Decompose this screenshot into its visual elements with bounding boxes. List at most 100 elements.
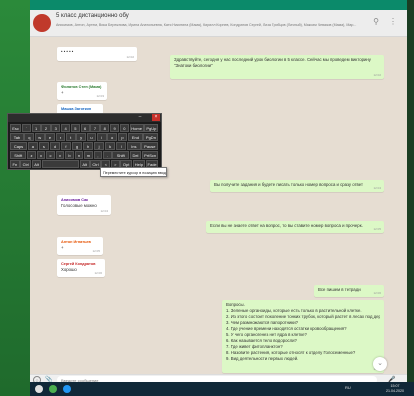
osk-key[interactable]: s — [38, 142, 50, 150]
osk-key[interactable]: r — [55, 133, 66, 141]
chat-header: 5 класс дистанционно обу Анисимов, Антон… — [30, 10, 407, 37]
osk-key[interactable]: . — [103, 151, 112, 159]
message-time: 12:06 — [94, 271, 102, 275]
clock-date: 21.04.2020 — [386, 389, 404, 393]
osk-key[interactable]: c — [46, 151, 55, 159]
question-line: 9. Вид деятельности первых людей. — [226, 356, 299, 361]
scroll-down-button[interactable]: ⌄ — [373, 357, 387, 371]
osk-key[interactable]: Ins — [126, 142, 141, 150]
search-icon[interactable]: ⚲ — [371, 17, 381, 27]
osk-key[interactable]: PrtScn — [141, 151, 159, 159]
osk-key[interactable]: w — [34, 133, 45, 141]
osk-key[interactable]: Alt — [31, 160, 42, 168]
osk-key[interactable]: 0 — [119, 124, 129, 132]
osk-key[interactable]: 7 — [90, 124, 100, 132]
osk-key[interactable]: i — [96, 133, 107, 141]
osk-key-space[interactable] — [42, 160, 80, 168]
message-incoming: • • • • • 12:02 — [57, 47, 137, 61]
questions-list: 1. Зеленые органоиды, которые есть тольк… — [226, 308, 380, 362]
osk-key[interactable]: x — [36, 151, 46, 159]
osk-key[interactable]: 3 — [51, 124, 61, 132]
osk-key[interactable]: Shift — [10, 151, 27, 159]
osk-key[interactable]: Ctrl — [20, 160, 32, 168]
message-incoming: Сергей Кондратов Хорошо 12:06 — [57, 259, 105, 277]
osk-key[interactable]: 2 — [41, 124, 51, 132]
osk-key[interactable]: k — [104, 142, 116, 150]
osk-key[interactable]: j — [93, 142, 105, 150]
message-sender: Машка Заготкин — [61, 107, 92, 111]
message-outgoing-questions: Вопросы. 1. Зеленые органоиды, которые е… — [222, 300, 384, 373]
osk-key[interactable]: d — [49, 142, 61, 150]
message-text: Если вы не знаете ответ на вопрос, то вы… — [210, 223, 363, 228]
osk-key[interactable]: Home — [129, 124, 144, 132]
osk-key[interactable]: Del — [129, 151, 142, 159]
close-icon[interactable]: × — [152, 114, 160, 121]
osk-key[interactable]: , — [93, 151, 103, 159]
chat-title[interactable]: 5 класс дистанционно обу — [56, 13, 129, 19]
osk-key[interactable]: e — [45, 133, 55, 141]
osk-key[interactable]: p — [117, 133, 128, 141]
message-text: Здравствуйте, сегодня у нас последний ур… — [174, 57, 371, 68]
osk-key[interactable]: ` — [21, 124, 31, 132]
osk-key[interactable]: 6 — [80, 124, 90, 132]
desktop-edge — [407, 0, 414, 396]
osk-key[interactable]: Alt — [79, 160, 90, 168]
osk-key[interactable]: g — [71, 142, 83, 150]
osk-key[interactable]: End — [127, 133, 143, 141]
osk-key[interactable]: Shift — [112, 151, 129, 159]
osk-key[interactable]: PgDn — [143, 133, 159, 141]
osk-key[interactable]: Esc — [10, 124, 22, 132]
osk-key[interactable]: t — [65, 133, 76, 141]
message-time: 12:06 — [373, 291, 381, 295]
osk-key[interactable]: Caps — [10, 142, 28, 150]
osk-key[interactable]: f — [60, 142, 72, 150]
osk-key[interactable]: Tab — [10, 133, 24, 141]
osk-key[interactable]: n — [74, 151, 84, 159]
system-clock[interactable]: 15:07 21.04.2020 — [386, 384, 404, 394]
start-icon[interactable] — [35, 385, 43, 393]
menu-icon[interactable]: ⋮ — [388, 17, 398, 27]
osk-key[interactable]: Pause — [141, 142, 159, 150]
app-icon[interactable] — [49, 385, 57, 393]
whatsapp-window: 5 класс дистанционно обу Анисимов, Антон… — [30, 10, 407, 385]
osk-key[interactable]: 1 — [31, 124, 41, 132]
osk-key[interactable]: 9 — [109, 124, 120, 132]
osk-key[interactable]: m — [84, 151, 93, 159]
chat-members[interactable]: Анисимов, Антон, Артем, Вика Бережнова, … — [56, 23, 374, 27]
on-screen-keyboard[interactable]: – × Esc ` 1 2 3 4 5 6 7 8 9 0 Home PgUp Tab q w e r t y u i o p E… — [7, 113, 162, 170]
message-time: 12:04 — [373, 186, 381, 190]
keyboard-tooltip: Переместите курсор в позицию ввода текст… — [100, 167, 167, 177]
osk-key[interactable]: z — [27, 151, 36, 159]
osk-key[interactable]: y — [76, 133, 86, 141]
message-time: 12:02 — [373, 73, 381, 77]
desktop-background — [0, 0, 30, 396]
message-time: 12:05 — [92, 249, 100, 253]
osk-key[interactable]: PgUp — [144, 124, 159, 132]
minimize-icon[interactable]: – — [136, 114, 144, 121]
osk-key[interactable]: h — [82, 142, 94, 150]
app-top-stripe — [30, 0, 414, 10]
message-text: Хорошо — [61, 267, 77, 272]
group-avatar[interactable] — [33, 14, 51, 32]
message-time: 12:02 — [126, 55, 134, 59]
language-indicator[interactable]: RU — [345, 385, 351, 390]
osk-key[interactable]: 5 — [70, 124, 80, 132]
osk-key[interactable]: q — [24, 133, 35, 141]
osk-key[interactable]: Fn — [10, 160, 20, 168]
osk-key[interactable]: o — [107, 133, 117, 141]
osk-key[interactable]: 8 — [100, 124, 110, 132]
message-text: • • • • • — [61, 49, 74, 54]
osk-key[interactable]: v — [55, 151, 65, 159]
message-sender: Антон Игнатьев — [61, 240, 91, 244]
osk-key[interactable]: u — [86, 133, 97, 141]
osk-key[interactable]: l — [115, 142, 127, 150]
browser-icon[interactable] — [63, 385, 71, 393]
message-sender: Филатов Степ (Мама) — [61, 85, 102, 89]
message-area[interactable]: • • • • • 12:02 Здравствуйте, сегодня у … — [30, 37, 407, 374]
osk-key[interactable]: 4 — [60, 124, 71, 132]
osk-titlebar[interactable]: – × — [8, 114, 161, 122]
osk-key[interactable]: b — [65, 151, 74, 159]
message-text: + — [61, 90, 64, 95]
osk-key[interactable]: a — [27, 142, 39, 150]
message-text: Все пишем в тетради — [318, 287, 361, 292]
